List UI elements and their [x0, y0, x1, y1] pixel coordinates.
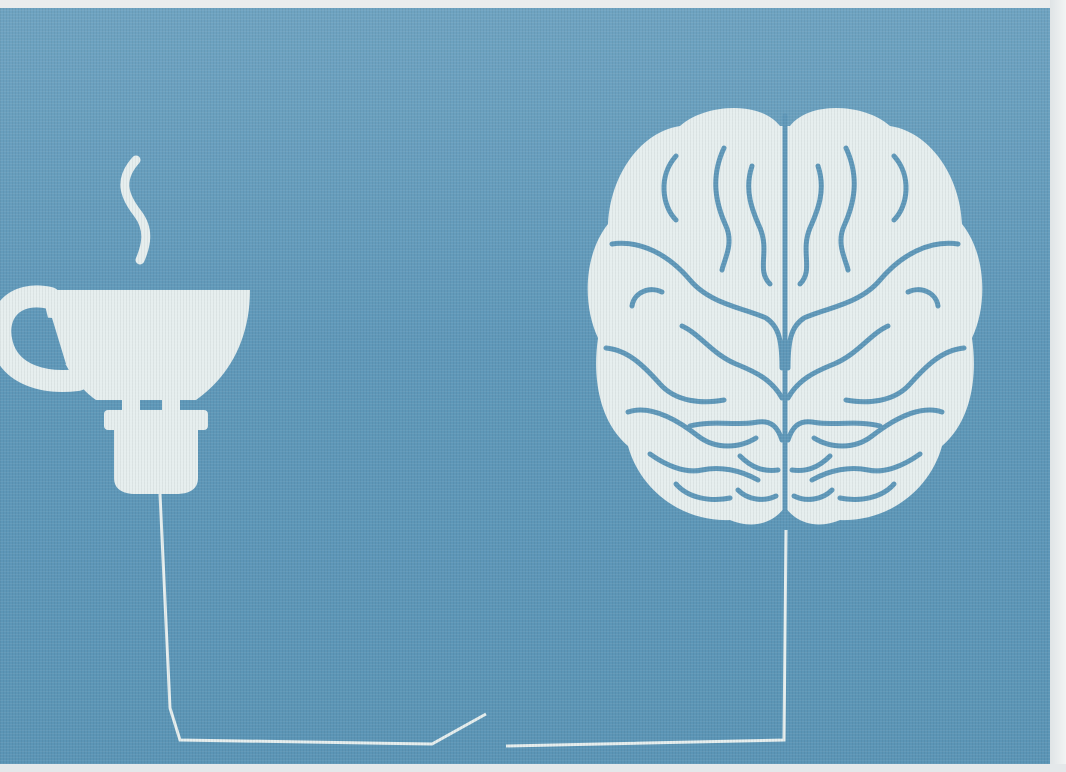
monitor-screen: [0, 0, 1066, 772]
wire-switch-icon: [158, 493, 788, 748]
brain-icon: [587, 107, 983, 525]
monitor-bezel-right: [1050, 0, 1066, 772]
monitor-bezel-bottom: [0, 764, 1066, 772]
coffee-to-brain-illustration: [0, 107, 983, 748]
illustration-panel: [0, 8, 1050, 764]
steam-icon: [120, 155, 151, 265]
